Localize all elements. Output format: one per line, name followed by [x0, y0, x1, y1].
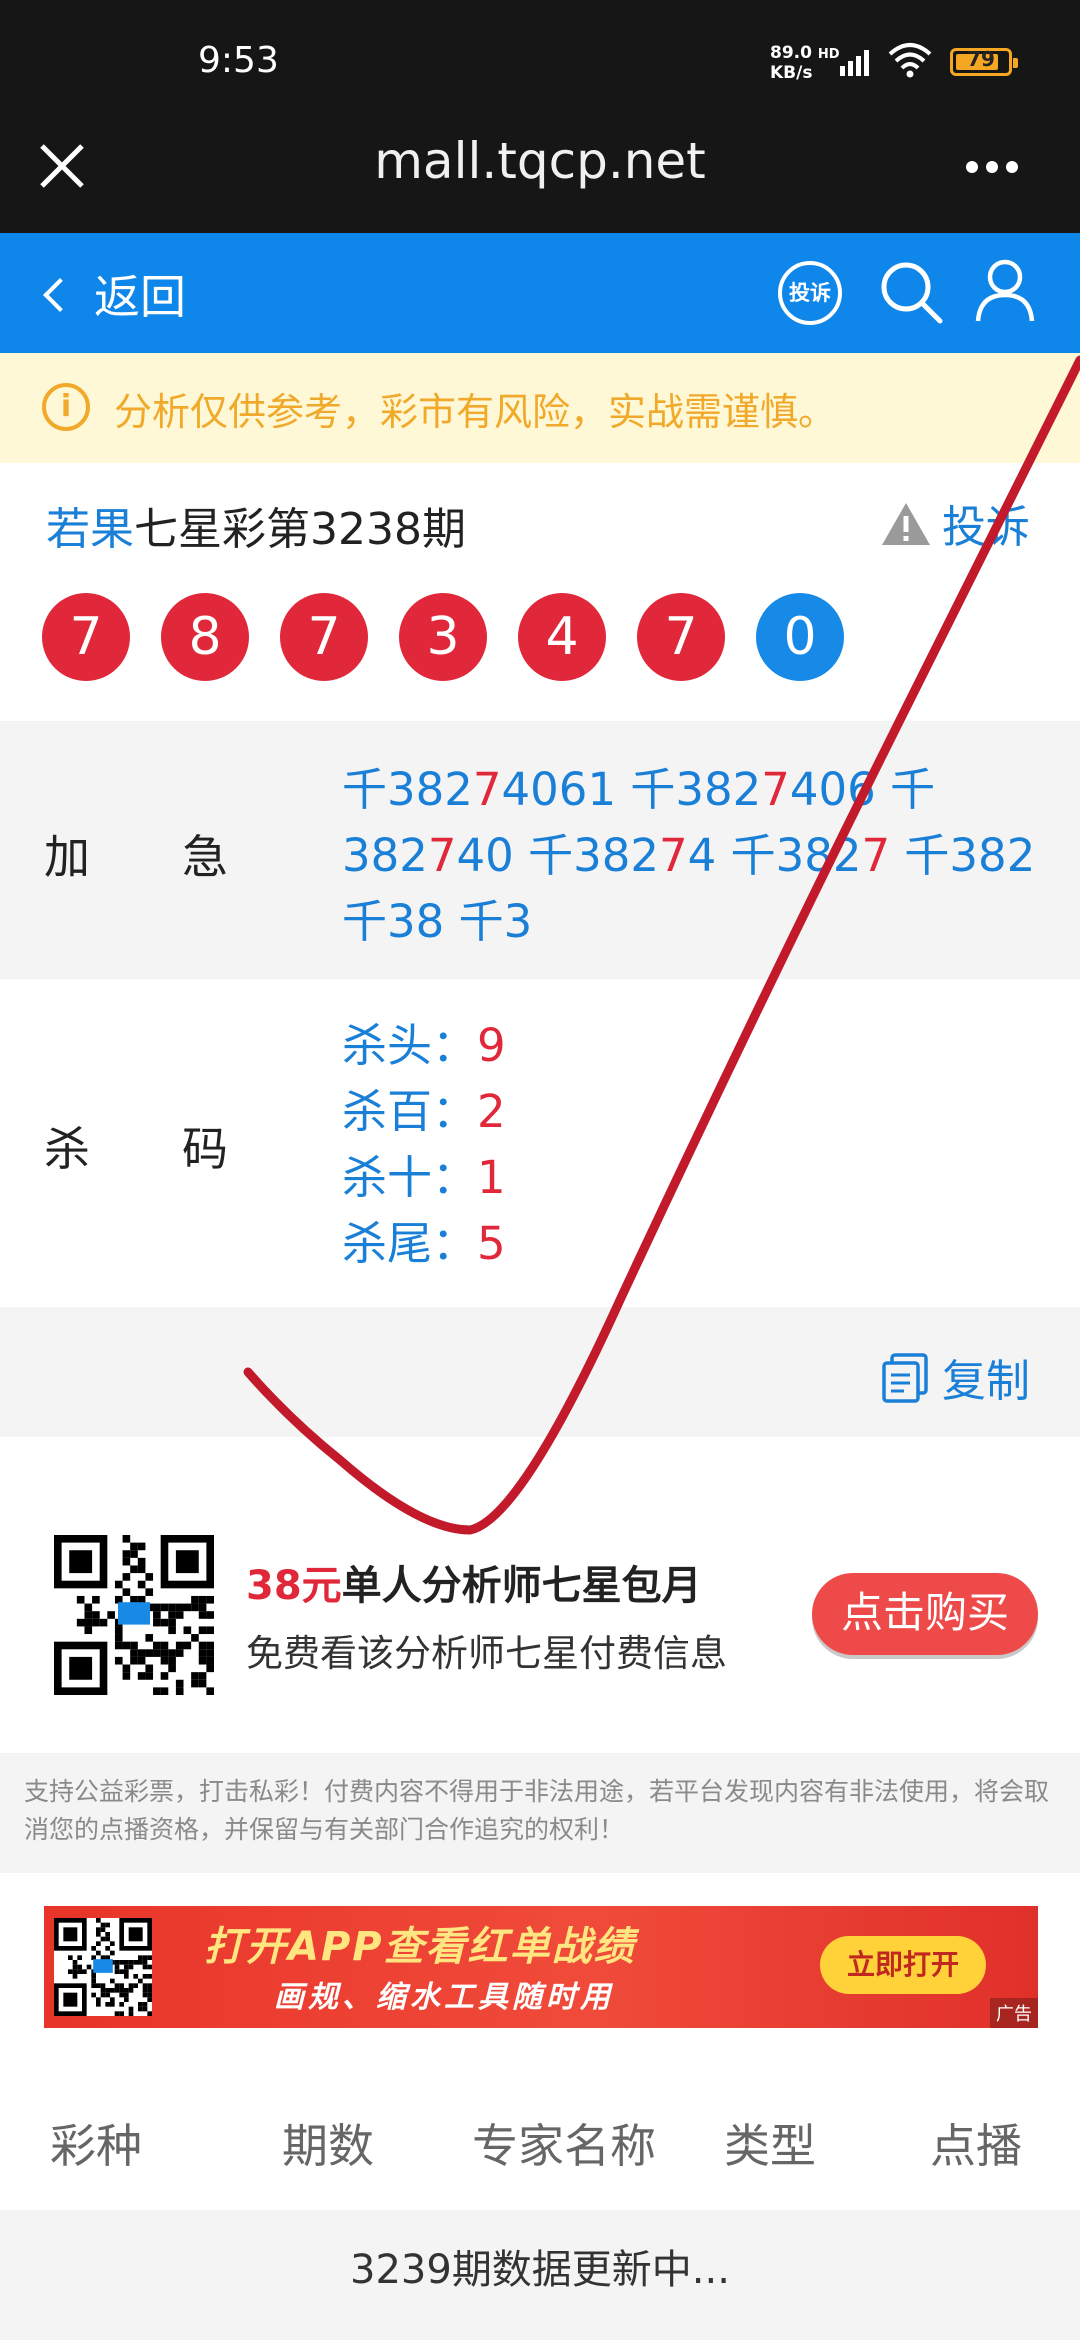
plus-row-label: 加急 — [44, 821, 228, 887]
wifi-icon — [888, 43, 932, 78]
kill-item: 杀头：9 — [342, 1013, 506, 1079]
kill-row-content: 杀头：9 杀百：2 杀十：1 杀尾：5 — [342, 1013, 506, 1277]
updating-status: 3239期数据更新中... — [0, 2210, 1080, 2340]
plus-segment: 4 千382 — [687, 829, 862, 882]
highlight-digit: 7 — [659, 829, 688, 882]
battery-level: 79 — [967, 47, 995, 71]
issue-section: 若果七星彩第3238期 投诉 7873470 — [0, 463, 1080, 721]
number-ball: 3 — [399, 593, 487, 681]
complain-icon[interactable]: 投诉 — [778, 261, 842, 325]
kill-key: 杀头： — [342, 1019, 478, 1072]
highlight-digit: 7 — [472, 763, 502, 816]
column-play: 点播 — [930, 2119, 1022, 2173]
number-ball: 7 — [280, 593, 368, 681]
plus-segment: 40 千382 — [456, 829, 660, 882]
net-speed-unit: KB/s — [770, 63, 813, 83]
plus-row: 加急 千38274061 千3827406 千382740 千38274 千38… — [0, 721, 1080, 979]
issue-title: 若果七星彩第3238期 — [46, 493, 466, 557]
number-ball: 7 — [42, 593, 130, 681]
net-speed: 89.0 HD KB/s — [770, 44, 840, 82]
number-ball: 4 — [518, 593, 606, 681]
issue-name: 七星彩第3238期 — [134, 504, 466, 555]
kill-value: 9 — [477, 1019, 506, 1072]
kill-row-label: 杀码 — [44, 1113, 228, 1179]
signal-icon — [840, 50, 869, 76]
promo-title: 38元单人分析师七星包月 — [246, 1553, 702, 1611]
back-label: 返回 — [94, 270, 186, 324]
table-header: 彩种 期数 专家名称 类型 点播 — [0, 2060, 1080, 2210]
copy-button[interactable]: 复制 — [880, 1345, 1030, 1409]
kill-value: 1 — [477, 1151, 506, 1204]
ad-subline: 画规、缩水工具随时用 — [274, 1980, 614, 2015]
column-issue: 期数 — [282, 2119, 374, 2173]
subscription-promo: 38元单人分析师七星包月 免费看该分析师七星付费信息 点击购买 — [0, 1437, 1080, 1753]
kill-key: 杀尾： — [342, 1217, 478, 1270]
user-icon[interactable] — [974, 257, 1036, 323]
plus-label-a: 加 — [44, 830, 90, 884]
browser-url[interactable]: mall.tqcp.net — [0, 132, 1080, 190]
plus-row-content: 千38274061 千3827406 千382740 千38274 千3827 … — [342, 757, 1062, 955]
promo-title-text: 单人分析师七星包月 — [341, 1563, 702, 1609]
kill-item: 杀十：1 — [342, 1145, 506, 1211]
battery-icon: 79 — [950, 47, 1018, 76]
kill-key: 杀十： — [342, 1151, 478, 1204]
status-bar: 9:53 89.0 HD KB/s 79 — [0, 0, 1080, 120]
browser-bar: mall.tqcp.net — [0, 120, 1080, 233]
highlight-digit: 7 — [427, 829, 457, 882]
copy-icon — [882, 1353, 928, 1403]
column-expert: 专家名称 — [472, 2119, 656, 2173]
info-icon: i — [42, 383, 90, 431]
report-button[interactable]: 投诉 — [880, 491, 1030, 555]
kill-key: 杀百： — [342, 1085, 478, 1138]
report-label: 投诉 — [942, 502, 1030, 553]
kill-value: 2 — [477, 1085, 506, 1138]
warning-icon — [882, 503, 930, 545]
open-app-button[interactable]: 立即打开 — [820, 1936, 986, 1994]
app-header: 返回 投诉 — [0, 233, 1080, 353]
ad-qr-code-icon — [54, 1918, 152, 2016]
number-ball: 7 — [637, 593, 725, 681]
net-speed-value: 89.0 — [770, 43, 812, 63]
plus-segment: 千382 — [342, 763, 473, 816]
disclaimer-text: 支持公益彩票，打击私彩！付费内容不得用于非法用途，若平台发现内容有非法使用，将会… — [0, 1753, 1080, 1873]
kill-label-b: 码 — [182, 1122, 228, 1176]
promo-subtitle: 免费看该分析师七星付费信息 — [246, 1632, 727, 1675]
kill-item: 杀百：2 — [342, 1079, 506, 1145]
highlight-digit: 7 — [761, 763, 790, 816]
promo-price: 38元 — [246, 1563, 342, 1609]
kill-label-a: 杀 — [44, 1122, 90, 1176]
column-type: 类型 — [724, 2119, 816, 2173]
ad-tag: 广告 — [990, 1998, 1038, 2028]
back-button[interactable]: 返回 — [43, 261, 186, 327]
status-time: 9:53 — [198, 40, 279, 81]
highlight-digit: 7 — [861, 829, 891, 882]
search-icon[interactable] — [878, 259, 944, 325]
risk-warning: i 分析仅供参考，彩市有风险，实战需谨慎。 — [0, 353, 1080, 463]
buy-button[interactable]: 点击购买 — [812, 1573, 1038, 1655]
kill-item: 杀尾：5 — [342, 1211, 506, 1277]
qr-code-icon — [54, 1535, 214, 1695]
expert-name[interactable]: 若果 — [46, 504, 134, 555]
kill-row: 杀码 杀头：9 杀百：2 杀十：1 杀尾：5 — [0, 979, 1080, 1307]
app-ad-banner[interactable]: 打开APP查看红单战绩 画规、缩水工具随时用 立即打开 广告 — [44, 1906, 1038, 2028]
plus-label-b: 急 — [182, 830, 228, 884]
copy-label: 复制 — [942, 1356, 1030, 1407]
plus-segment: 4061 千382 — [501, 763, 762, 816]
hd-label: HD — [817, 47, 840, 62]
chevron-left-icon — [43, 278, 77, 312]
more-icon[interactable] — [966, 158, 1026, 174]
number-ball: 0 — [756, 593, 844, 681]
risk-warning-text: 分析仅供参考，彩市有风险，实战需谨慎。 — [114, 390, 837, 434]
kill-value: 5 — [477, 1217, 506, 1270]
ad-headline: 打开APP查看红单战绩 — [204, 1924, 636, 1970]
number-ball: 8 — [161, 593, 249, 681]
column-lottery: 彩种 — [50, 2119, 142, 2173]
copy-row: 复制 — [0, 1307, 1080, 1437]
